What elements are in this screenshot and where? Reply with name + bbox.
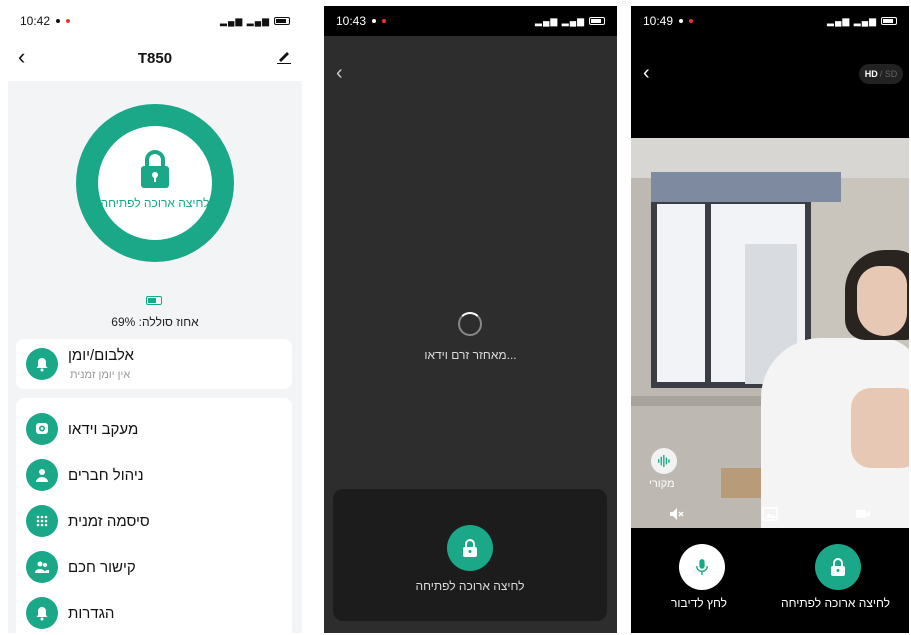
push-to-talk-button[interactable] — [679, 544, 725, 590]
lock-icon — [141, 150, 169, 188]
menu-item-settings[interactable]: הגדרות — [16, 590, 292, 633]
lock-icon — [831, 558, 845, 576]
screen-lock-home: 10:42 ▂▄▆ ▂▄▆ ‹ T850 לחיצה ארוכה לפתיחה — [8, 6, 302, 633]
notification-dot-icon — [372, 19, 377, 23]
people-icon — [26, 551, 58, 583]
bell-icon — [26, 597, 58, 629]
unlock-ring-button[interactable]: לחיצה ארוכה לפתיחה — [76, 104, 234, 262]
signal-icon: ▂▄▆ ▂▄▆ — [220, 15, 270, 26]
back-chevron-icon[interactable]: ‹ — [643, 62, 650, 85]
notification-dot-icon — [679, 19, 684, 23]
status-time: 10:42 — [20, 14, 51, 28]
person-icon — [26, 459, 58, 491]
loading-text: מאחזר זרם וידאו... — [424, 348, 517, 362]
waveform-icon — [658, 455, 670, 467]
menu-item-label: מעקב וידאו — [68, 420, 139, 438]
menu-item-members[interactable]: ניהול חברים — [16, 452, 292, 498]
quality-toggle[interactable]: HD / SD — [859, 64, 903, 84]
unlock-label: לחיצה ארוכה לפתיחה — [781, 596, 891, 610]
screen-video-loading: 10:43 ▂▄▆ ▂▄▆ ‹ מאחזר זרם וידאו... לחיצה… — [324, 6, 617, 633]
album-card[interactable]: אלבום/יומן אין יומן זמנית — [16, 339, 292, 389]
back-chevron-icon[interactable]: ‹ — [336, 62, 343, 85]
status-bar: 10:49 ▂▄▆ ▂▄▆ — [631, 6, 909, 36]
voice-mode-label: מקורי — [649, 478, 675, 490]
album-label: אלבום/יומן — [68, 347, 134, 364]
unlock-button[interactable] — [447, 525, 493, 571]
notification-dot-icon — [56, 19, 61, 23]
sd-option[interactable]: / SD — [880, 69, 898, 79]
camera-icon — [26, 413, 58, 445]
status-time: 10:43 — [336, 14, 367, 28]
battery-icon — [881, 17, 897, 25]
battery-percent-text: אחוז סוללה: 69% — [111, 315, 199, 329]
battery-icon — [274, 17, 290, 25]
device-title: T850 — [137, 49, 173, 67]
edit-icon[interactable] — [276, 48, 292, 64]
lock-icon — [463, 539, 477, 557]
status-bar: 10:42 ▂▄▆ ▂▄▆ — [8, 6, 302, 36]
screenshot-icon[interactable] — [762, 507, 778, 521]
bell-icon — [26, 348, 58, 380]
mute-icon[interactable] — [669, 507, 685, 521]
status-bar: 10:43 ▂▄▆ ▂▄▆ — [324, 6, 617, 36]
video-controls — [631, 498, 909, 528]
app-bar: ‹ T850 — [8, 36, 302, 80]
notification-dot-red-icon — [66, 19, 71, 23]
notification-dot-red-icon — [382, 19, 387, 23]
menu-item-label: קישור חכם — [68, 558, 136, 576]
unlock-panel: לחיצה ארוכה לפתיחה — [333, 489, 607, 621]
microphone-icon — [696, 559, 708, 575]
battery-level-icon — [146, 296, 162, 305]
battery-icon — [589, 17, 605, 25]
unlock-label: לחיצה ארוכה לפתיחה — [415, 579, 525, 593]
push-to-talk-label: לחץ לדיבור — [671, 596, 727, 610]
menu-item-label: הגדרות — [68, 604, 115, 622]
sd-label: SD — [884, 69, 898, 79]
signal-icon: ▂▄▆ ▂▄▆ — [827, 15, 877, 26]
loading-spinner-icon — [458, 312, 482, 336]
voice-change-button[interactable] — [651, 448, 677, 474]
unlock-label: לחיצה ארוכה לפתיחה — [100, 196, 210, 210]
notification-dot-red-icon — [689, 19, 694, 23]
screen-live-video: 10:49 ▂▄▆ ▂▄▆ ‹ HD / SD מקורי לחץ לדיבור… — [631, 6, 909, 633]
back-chevron-icon[interactable]: ‹ — [18, 46, 25, 68]
album-sublabel: אין יומן זמנית — [70, 369, 131, 381]
bottom-controls: לחץ לדיבור לחיצה ארוכה לפתיחה — [631, 528, 909, 633]
unlock-button[interactable] — [815, 544, 861, 590]
menu-item-smart-link[interactable]: קישור חכם — [16, 544, 292, 590]
hd-option[interactable]: HD — [865, 69, 878, 79]
video-feed: מקורי — [631, 138, 909, 528]
menu-card: מעקב וידאו ניהול חברים סיסמה זמנית קישור — [16, 398, 292, 633]
menu-item-label: ניהול חברים — [68, 466, 144, 484]
record-video-icon[interactable] — [855, 507, 871, 521]
menu-item-label: סיסמה זמנית — [68, 512, 150, 530]
keypad-icon — [26, 505, 58, 537]
menu-item-temp-password[interactable]: סיסמה זמנית — [16, 498, 292, 544]
menu-item-video-monitor[interactable]: מעקב וידאו — [16, 406, 292, 452]
status-time: 10:49 — [643, 14, 674, 28]
signal-icon: ▂▄▆ ▂▄▆ — [535, 15, 585, 26]
